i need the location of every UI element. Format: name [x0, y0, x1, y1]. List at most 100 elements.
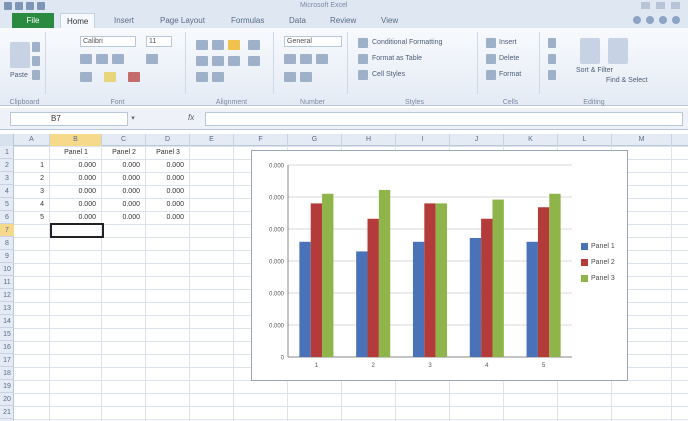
- column-header-j[interactable]: J: [450, 134, 504, 146]
- row-header-17[interactable]: 17: [0, 354, 14, 367]
- font-color-icon[interactable]: [128, 72, 140, 82]
- comma-icon[interactable]: [316, 54, 328, 64]
- grow-font-icon[interactable]: [146, 54, 158, 64]
- value-cell[interactable]: 0.000: [146, 198, 190, 211]
- value-cell[interactable]: 0.000: [102, 159, 146, 172]
- find-select-icon[interactable]: [608, 38, 628, 64]
- percent-icon[interactable]: [300, 54, 312, 64]
- increase-decimal-icon[interactable]: [284, 72, 296, 82]
- column-header-h[interactable]: H: [342, 134, 396, 146]
- column-header-a[interactable]: A: [14, 134, 50, 146]
- value-cell[interactable]: 0.000: [146, 159, 190, 172]
- conditional-formatting-button[interactable]: Conditional Formatting: [372, 39, 442, 46]
- delete-cells-button[interactable]: Delete: [499, 55, 519, 62]
- value-cell[interactable]: 0.000: [50, 185, 102, 198]
- column-header-d[interactable]: D: [146, 134, 190, 146]
- copy-icon[interactable]: [32, 56, 40, 66]
- row-number-cell[interactable]: 3: [14, 185, 50, 198]
- redo-icon[interactable]: [37, 2, 45, 10]
- row-header-19[interactable]: 19: [0, 380, 14, 393]
- tab-data[interactable]: Data: [289, 16, 306, 25]
- column-header-m[interactable]: M: [612, 134, 672, 146]
- row-header-13[interactable]: 13: [0, 302, 14, 315]
- row-number-cell[interactable]: 4: [14, 198, 50, 211]
- row-header-15[interactable]: 15: [0, 328, 14, 341]
- value-cell[interactable]: 0.000: [50, 172, 102, 185]
- row-header-12[interactable]: 12: [0, 289, 14, 302]
- format-as-table-icon[interactable]: [358, 54, 368, 64]
- embedded-chart[interactable]: 0 0.000 0.000 0.000 0.000 0.000 0.000 1 2 3 4 5 Pan…: [251, 150, 628, 381]
- column-header-k[interactable]: K: [504, 134, 558, 146]
- value-cell[interactable]: 0.000: [146, 211, 190, 224]
- column-header-g[interactable]: G: [288, 134, 342, 146]
- find-select-button[interactable]: Find & Select: [606, 77, 648, 84]
- clear-icon[interactable]: [548, 70, 556, 80]
- row-header-14[interactable]: 14: [0, 315, 14, 328]
- font-name-dropdown[interactable]: Calibri: [80, 36, 136, 47]
- row-number-cell[interactable]: 5: [14, 211, 50, 224]
- column-header-l[interactable]: L: [558, 134, 612, 146]
- orientation-icon[interactable]: [248, 40, 260, 50]
- increase-indent-icon[interactable]: [212, 72, 224, 82]
- autosum-icon[interactable]: [548, 38, 556, 48]
- value-cell[interactable]: 0.000: [146, 185, 190, 198]
- value-cell[interactable]: 0.000: [50, 159, 102, 172]
- conditional-formatting-icon[interactable]: [358, 38, 368, 48]
- row-header-1[interactable]: 1: [0, 146, 14, 159]
- column-title-cell[interactable]: Panel 1: [50, 146, 102, 159]
- value-cell[interactable]: 0.000: [102, 211, 146, 224]
- sort-filter-button[interactable]: Sort & Filter: [576, 67, 613, 74]
- align-left-icon[interactable]: [196, 56, 208, 66]
- row-header-21[interactable]: 21: [0, 406, 14, 419]
- value-cell[interactable]: 0.000: [146, 172, 190, 185]
- cut-icon[interactable]: [32, 42, 40, 52]
- cell-styles-icon[interactable]: [358, 70, 368, 80]
- row-header-10[interactable]: 10: [0, 263, 14, 276]
- minimize-icon[interactable]: [641, 2, 650, 9]
- tab-formulas[interactable]: Formulas: [231, 16, 264, 25]
- column-title-cell[interactable]: Panel 3: [146, 146, 190, 159]
- paste-button[interactable]: Paste: [10, 72, 28, 79]
- ribbon-minimize-icon[interactable]: [633, 16, 641, 24]
- tab-insert[interactable]: Insert: [114, 16, 134, 25]
- tab-file[interactable]: File: [12, 13, 54, 29]
- row-header-20[interactable]: 20: [0, 393, 14, 406]
- column-header-c[interactable]: C: [102, 134, 146, 146]
- font-size-dropdown[interactable]: 11: [146, 36, 172, 47]
- fill-icon[interactable]: [548, 54, 556, 64]
- row-header-11[interactable]: 11: [0, 276, 14, 289]
- format-painter-icon[interactable]: [32, 70, 40, 80]
- delete-cells-icon[interactable]: [486, 54, 496, 64]
- row-header-8[interactable]: 8: [0, 237, 14, 250]
- tab-page-layout[interactable]: Page Layout: [160, 16, 205, 25]
- align-center-icon[interactable]: [212, 56, 224, 66]
- wrap-text-icon[interactable]: [228, 40, 240, 50]
- row-header-18[interactable]: 18: [0, 367, 14, 380]
- close-icon[interactable]: [671, 2, 680, 9]
- row-header-9[interactable]: 9: [0, 250, 14, 263]
- row-header-7[interactable]: 7: [0, 224, 14, 237]
- bold-icon[interactable]: [80, 54, 92, 64]
- cell-styles-button[interactable]: Cell Styles: [372, 71, 405, 78]
- save-icon[interactable]: [15, 2, 23, 10]
- column-header-b[interactable]: B: [50, 134, 102, 146]
- row-header-3[interactable]: 3: [0, 172, 14, 185]
- insert-cells-button[interactable]: Insert: [499, 39, 517, 46]
- value-cell[interactable]: 0.000: [50, 198, 102, 211]
- paste-icon[interactable]: [10, 42, 30, 68]
- merge-center-icon[interactable]: [248, 56, 260, 66]
- row-header-5[interactable]: 5: [0, 198, 14, 211]
- number-format-dropdown[interactable]: General: [284, 36, 342, 47]
- tab-review[interactable]: Review: [330, 16, 356, 25]
- active-cell-outline[interactable]: [50, 223, 104, 238]
- maximize-icon[interactable]: [656, 2, 665, 9]
- workbook-close-icon[interactable]: [672, 16, 680, 24]
- help-icon[interactable]: [646, 16, 654, 24]
- borders-icon[interactable]: [80, 72, 92, 82]
- column-header-i[interactable]: I: [396, 134, 450, 146]
- row-number-cell[interactable]: 2: [14, 172, 50, 185]
- column-header-f[interactable]: F: [234, 134, 288, 146]
- column-title-cell[interactable]: Panel 2: [102, 146, 146, 159]
- align-right-icon[interactable]: [228, 56, 240, 66]
- format-cells-icon[interactable]: [486, 70, 496, 80]
